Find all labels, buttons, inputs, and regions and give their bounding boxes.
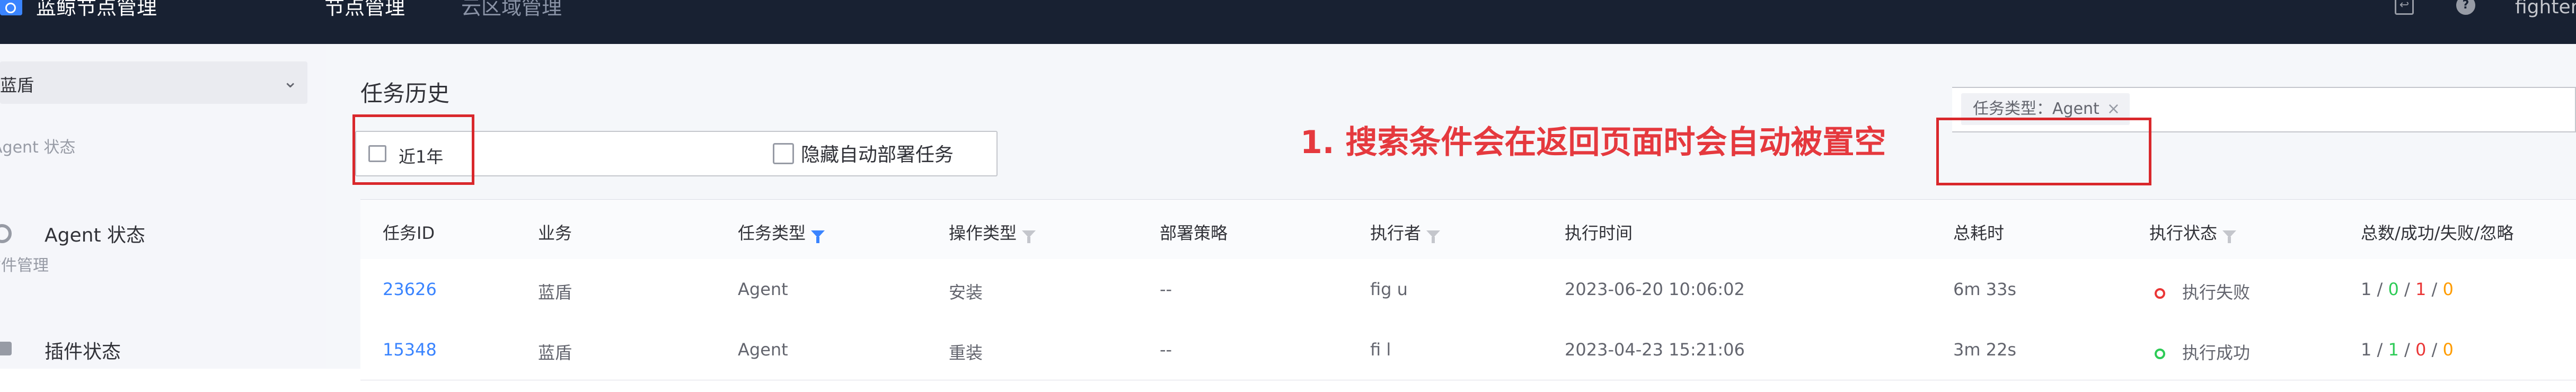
cell-strategy: -- <box>1160 340 1172 360</box>
column-header-task-type: 任务类型 <box>738 220 825 244</box>
sidebar: 蓝盾 ⌄ Agent 状态 Agent 状态 插件管理 插件状态 <box>0 44 327 369</box>
cell-executor: fi l <box>1370 340 1391 360</box>
help-icon[interactable]: ? <box>2456 0 2475 15</box>
hide-auto-deploy-checkbox[interactable] <box>773 143 794 164</box>
count-success: 0 <box>2388 279 2399 299</box>
column-header-label: 任务类型 <box>738 223 806 243</box>
task-id-link[interactable]: 23626 <box>383 279 437 299</box>
table-row: 23626 蓝盾 Agent 安装 -- fig u 2023-06-20 10… <box>360 259 2576 320</box>
count-ignored: 0 <box>2442 279 2454 299</box>
sidebar-item-label: Agent 状态 <box>45 225 146 246</box>
page-title: 任务历史 <box>360 81 450 106</box>
table-header: 任务ID 业务 任务类型 操作类型 部署策略 执行者 执行时间 总耗时 执行状态… <box>360 200 2576 260</box>
agent-status-icon <box>0 224 12 243</box>
column-header-duration: 总耗时 <box>1953 223 2005 243</box>
annotation-text: 1. 搜索条件会在返回页面时会自动被置空 <box>1300 124 1886 161</box>
user-name[interactable]: fighterl <box>2515 0 2576 18</box>
app-title: 蓝鲸节点管理 <box>36 0 157 19</box>
cell-executor: fig u <box>1370 279 1408 299</box>
column-header-strategy: 部署策略 <box>1160 223 1228 243</box>
status-text: 执行成功 <box>2182 343 2251 363</box>
cell-task-type: Agent <box>738 279 788 299</box>
sidebar-item-agent-status[interactable]: Agent 状态 <box>0 208 325 256</box>
filter-icon[interactable] <box>1022 230 1036 243</box>
nav-node-management[interactable]: 节点管理 <box>324 0 405 18</box>
count-success: 1 <box>2388 340 2399 360</box>
column-header-status: 执行状态 <box>2149 220 2237 244</box>
count-failed: 0 <box>2415 340 2427 360</box>
cell-status: 执行成功 <box>2155 340 2250 364</box>
cell-exec-time: 2023-06-20 10:06:02 <box>1565 279 1745 299</box>
sidebar-group-agent: Agent 状态 <box>0 138 76 157</box>
status-dot-icon <box>2155 288 2165 299</box>
cell-counts: 1 / 0 / 1 / 0 <box>2361 279 2454 299</box>
hide-auto-deploy-label: 隐藏自动部署任务 <box>801 144 954 166</box>
cell-strategy: -- <box>1160 279 1172 299</box>
cell-op-type: 重装 <box>949 343 983 363</box>
count-total: 1 <box>2361 340 2372 360</box>
cell-duration: 6m 33s <box>1953 279 2017 299</box>
cell-op-type: 安装 <box>949 282 983 302</box>
business-select-value: 蓝盾 <box>0 75 34 95</box>
column-header-business: 业务 <box>538 223 572 243</box>
count-total: 1 <box>2361 279 2372 299</box>
cell-task-type: Agent <box>738 340 788 360</box>
filter-active-icon[interactable] <box>811 230 825 243</box>
column-header-counts: 总数/成功/失败/忽略 <box>2361 223 2514 243</box>
cell-counts: 1 / 1 / 0 / 0 <box>2361 340 2454 360</box>
status-text: 执行失败 <box>2182 282 2251 302</box>
column-header-label: 执行者 <box>1370 223 1422 243</box>
table-row: 15348 蓝盾 Agent 重装 -- fi l 2023-04-23 15:… <box>360 319 2576 380</box>
cell-duration: 3m 22s <box>1953 340 2017 360</box>
business-select[interactable]: 蓝盾 ⌄ <box>0 61 307 104</box>
close-icon[interactable]: × <box>2107 100 2120 118</box>
task-history-table: 任务ID 业务 任务类型 操作类型 部署策略 执行者 执行时间 总耗时 执行状态… <box>360 199 2576 392</box>
nav-cloud-area-management[interactable]: 云区域管理 <box>461 0 562 18</box>
filter-icon[interactable] <box>2222 230 2237 243</box>
search-filter-tag-label: 任务类型：Agent <box>1973 100 2099 118</box>
app-logo-icon <box>0 0 22 15</box>
count-failed: 1 <box>2415 279 2427 299</box>
column-header-executor: 执行者 <box>1370 220 1441 244</box>
column-header-op-type: 操作类型 <box>949 220 1036 244</box>
cell-business: 蓝盾 <box>538 343 572 363</box>
log-icon[interactable]: ↩ <box>2395 0 2414 15</box>
sidebar-item-plugin-status[interactable]: 插件状态 <box>0 325 325 372</box>
cell-status: 执行失败 <box>2155 279 2250 304</box>
cell-business: 蓝盾 <box>538 282 572 302</box>
sidebar-group-plugin: 插件管理 <box>0 256 49 275</box>
highlight-box-date <box>352 114 474 185</box>
sidebar-item-label: 插件状态 <box>45 341 121 363</box>
column-header-label: 操作类型 <box>949 223 1017 243</box>
column-header-exec-time: 执行时间 <box>1565 223 1633 243</box>
puzzle-icon <box>0 342 12 355</box>
cell-exec-time: 2023-04-23 15:21:06 <box>1565 340 1745 360</box>
task-id-link[interactable]: 15348 <box>383 340 437 360</box>
column-header-label: 执行状态 <box>2149 223 2218 243</box>
chevron-down-icon: ⌄ <box>283 71 298 92</box>
highlight-box-filter <box>1936 118 2151 185</box>
count-ignored: 0 <box>2442 340 2454 360</box>
column-header-task-id: 任务ID <box>383 223 435 243</box>
filter-icon[interactable] <box>1426 230 1441 243</box>
status-dot-icon <box>2155 349 2165 359</box>
top-navbar: 蓝鲸节点管理 节点管理 云区域管理 ↩ ? fighterl <box>0 0 2576 44</box>
